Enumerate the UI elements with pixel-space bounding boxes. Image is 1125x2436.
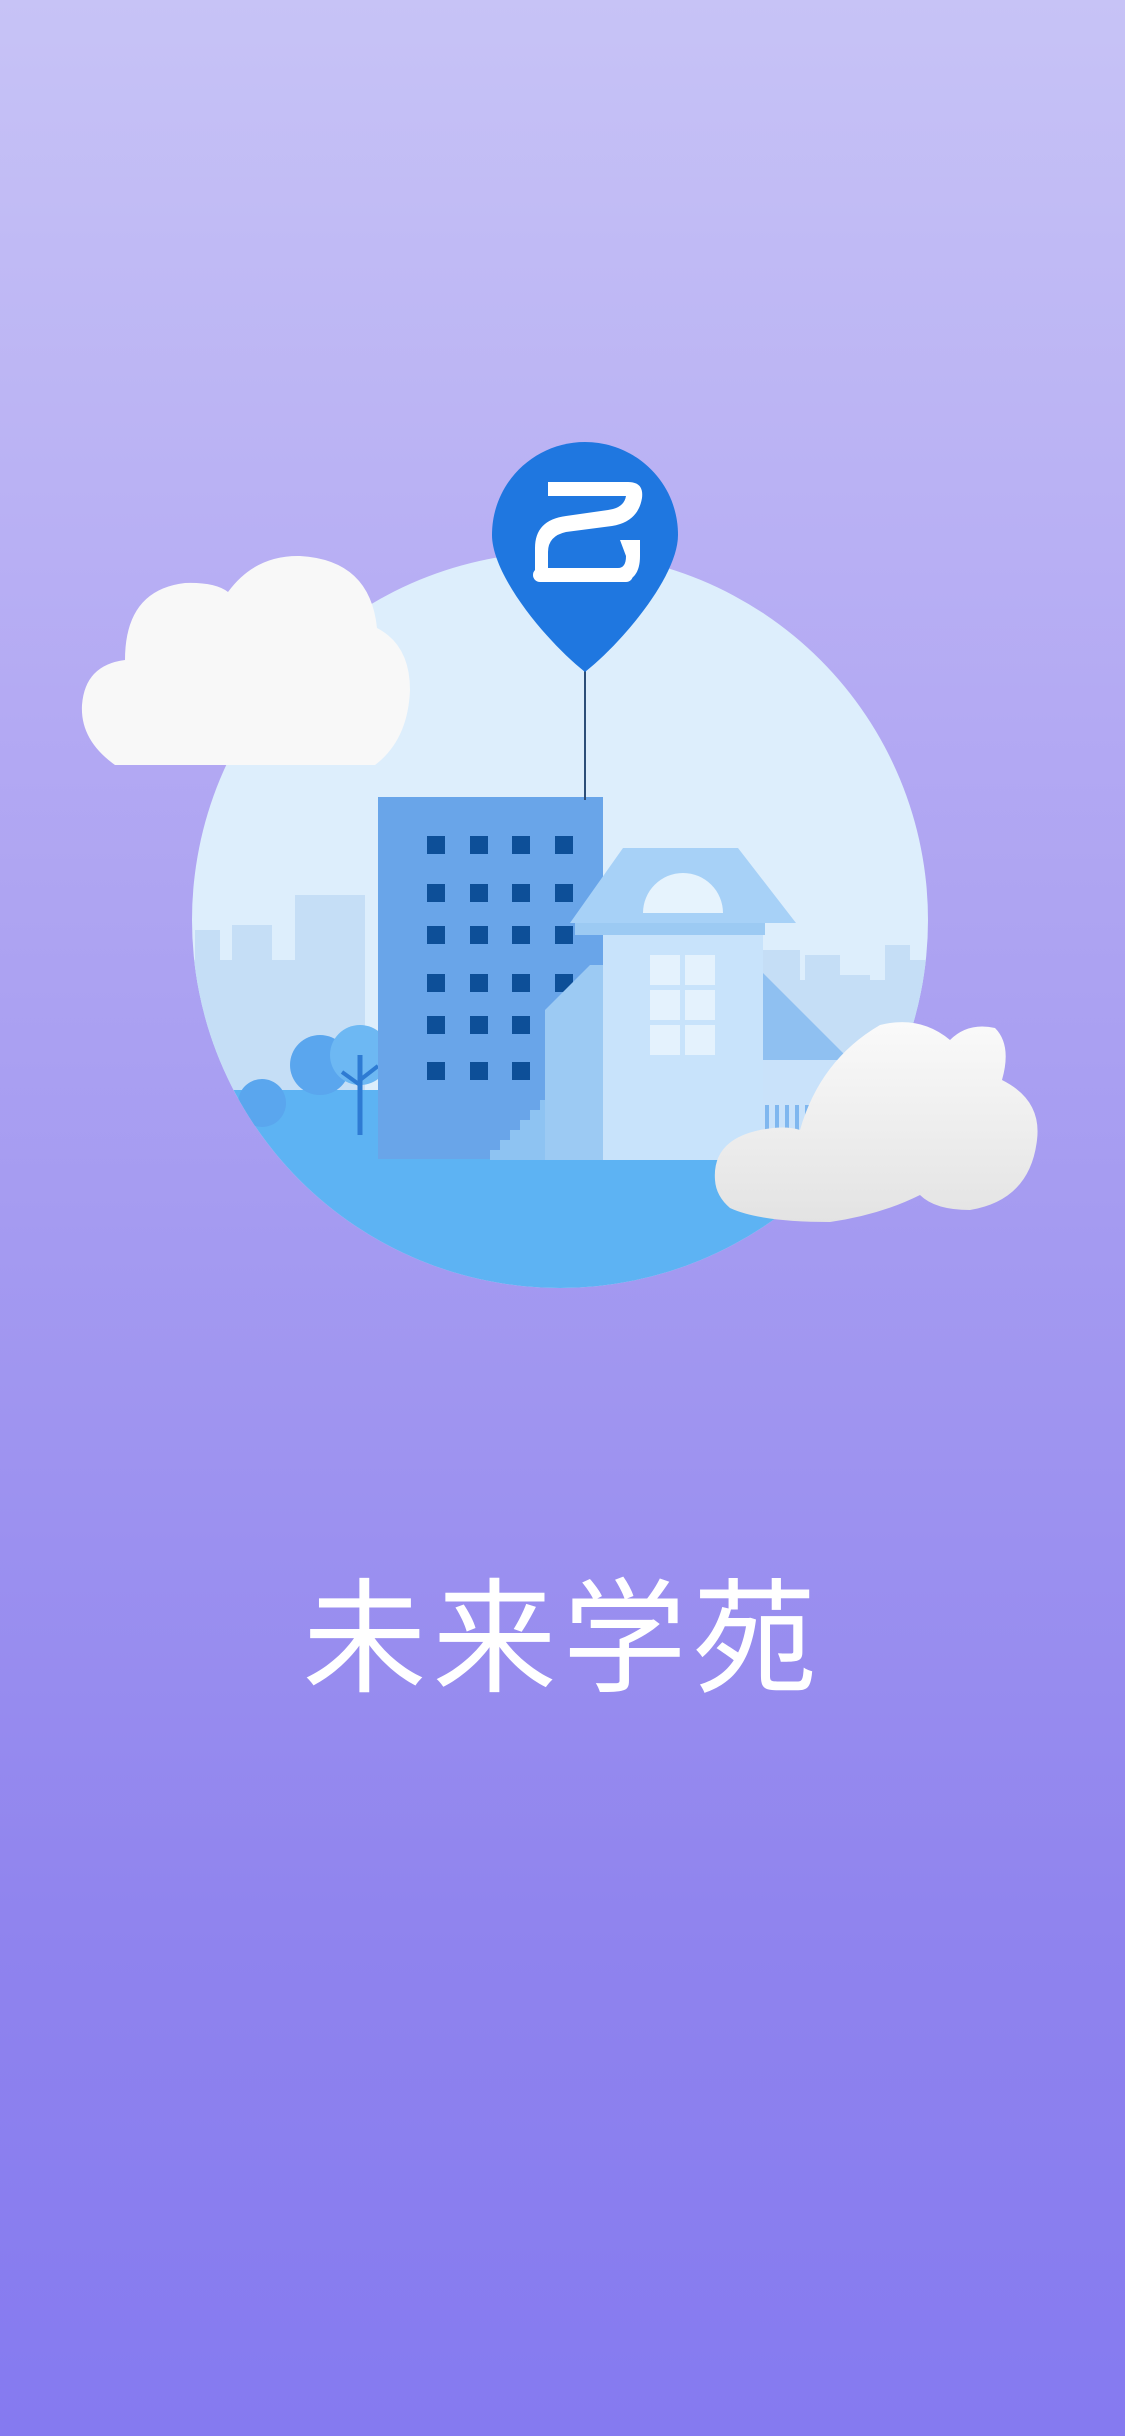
app-title: 未来学苑: [302, 1568, 823, 1712]
splash-illustration: [81, 442, 1038, 1288]
cloud-left: [81, 555, 410, 765]
